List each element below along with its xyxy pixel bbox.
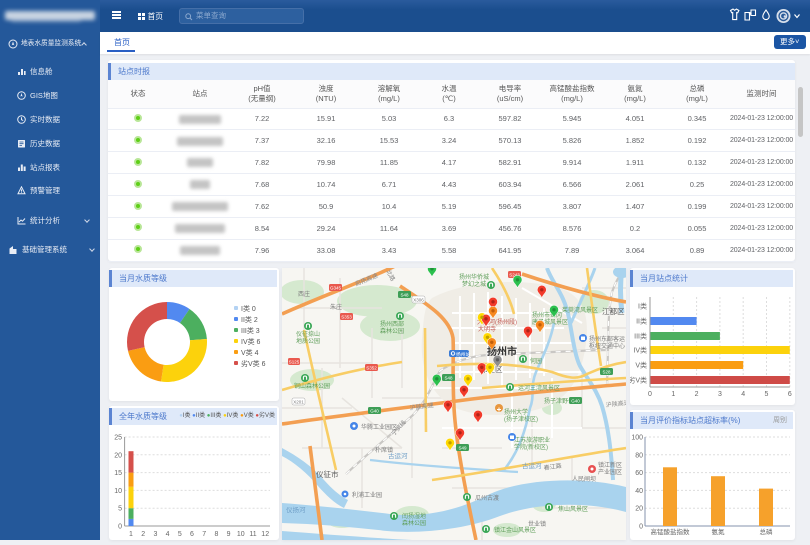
- svg-text:扬州华侨城: 扬州华侨城: [459, 273, 489, 281]
- svg-text:8: 8: [214, 531, 218, 538]
- svg-text:1: 1: [129, 531, 133, 538]
- svg-text:20: 20: [114, 452, 122, 459]
- svg-text:II类: II类: [636, 317, 647, 326]
- svg-text:15: 15: [114, 470, 122, 477]
- svg-text:6: 6: [788, 391, 792, 398]
- svg-text:9: 9: [227, 531, 231, 538]
- svg-text:S48: S48: [444, 376, 453, 381]
- svg-text:11: 11: [249, 531, 256, 538]
- svg-text:镇江新区: 镇江新区: [598, 461, 622, 469]
- svg-text:大明寺: 大明寺: [478, 325, 496, 333]
- svg-text:1: 1: [671, 391, 675, 398]
- svg-text:利浦工业园: 利浦工业园: [352, 491, 382, 499]
- svg-text:5: 5: [178, 531, 182, 538]
- svg-text:华腾工业园区: 华腾工业园区: [361, 423, 397, 431]
- svg-text:20: 20: [635, 506, 643, 513]
- svg-text:劣V类 6: 劣V类 6: [241, 359, 266, 368]
- svg-text:运河三湾风景区: 运河三湾风景区: [518, 384, 560, 392]
- svg-text:扬州东部客运: 扬州东部客运: [589, 335, 625, 343]
- svg-text:3: 3: [153, 531, 157, 538]
- svg-text:焦山风景区: 焦山风景区: [558, 505, 588, 513]
- svg-text:4: 4: [166, 531, 170, 538]
- svg-text:4: 4: [741, 391, 745, 398]
- svg-text:IV类: IV类: [633, 346, 647, 355]
- svg-text:闰扬湿地: 闰扬湿地: [402, 512, 426, 520]
- svg-text:铜山森林公园: 铜山森林公园: [294, 382, 330, 390]
- svg-text:地质公园: 地质公园: [296, 337, 320, 345]
- svg-text:朱庄: 朱庄: [330, 303, 342, 311]
- svg-text:V类: V类: [635, 361, 647, 370]
- svg-text:V类 4: V类 4: [241, 348, 259, 357]
- svg-text:0: 0: [648, 391, 652, 398]
- svg-text:10: 10: [237, 531, 245, 538]
- svg-text:40: 40: [635, 488, 643, 495]
- svg-text:0: 0: [639, 524, 643, 531]
- svg-text:森林公园: 森林公园: [402, 519, 426, 527]
- svg-text:人民闸坝: 人民闸坝: [572, 475, 596, 483]
- svg-text:S28: S28: [602, 370, 611, 375]
- svg-text:3: 3: [718, 391, 722, 398]
- svg-text:梦幻之城: 梦幻之城: [462, 280, 486, 288]
- svg-text:学院(新校区): 学院(新校区): [514, 443, 548, 451]
- svg-text:仪征市: 仪征市: [316, 469, 339, 479]
- svg-text:5: 5: [765, 391, 769, 398]
- svg-text:何园: 何园: [530, 357, 542, 365]
- svg-text:III类 3: III类 3: [241, 326, 260, 335]
- svg-text:西庄: 西庄: [298, 290, 310, 298]
- svg-text:茱萸湾风景区: 茱萸湾风景区: [562, 306, 598, 314]
- svg-text:25: 25: [114, 435, 122, 442]
- svg-text:镇江金山风景区: 镇江金山风景区: [494, 526, 536, 534]
- svg-text:世业镇: 世业镇: [528, 520, 546, 528]
- svg-text:X306: X306: [413, 298, 424, 303]
- svg-text:G40: G40: [571, 399, 580, 404]
- svg-text:总磷: 总磷: [760, 527, 774, 536]
- svg-text:森林公园: 森林公园: [380, 327, 404, 335]
- svg-text:IV类 6: IV类 6: [241, 337, 261, 346]
- svg-text:氨氮: 氨氮: [712, 527, 726, 536]
- svg-text:扬州西部: 扬州西部: [380, 320, 404, 328]
- svg-text:枢纽交通中心: 枢纽交通中心: [589, 342, 625, 350]
- svg-text:5: 5: [118, 506, 122, 513]
- svg-text:S48: S48: [400, 293, 409, 298]
- svg-text:10: 10: [114, 488, 122, 495]
- svg-text:X201: X201: [293, 400, 304, 405]
- svg-text:0: 0: [118, 524, 122, 531]
- svg-text:80: 80: [635, 452, 643, 459]
- svg-text:I类 0: I类 0: [241, 304, 256, 313]
- svg-text:S125: S125: [289, 360, 300, 365]
- svg-text:III类: III类: [634, 332, 647, 341]
- svg-text:I类: I类: [638, 302, 647, 311]
- svg-text:12: 12: [261, 531, 269, 538]
- svg-text:II类 2: II类 2: [241, 315, 258, 324]
- svg-text:瓜州古渡: 瓜州古渡: [475, 494, 499, 502]
- svg-text:仪扬河: 仪扬河: [286, 505, 306, 514]
- svg-text:古运河: 古运河: [522, 461, 542, 470]
- svg-text:江都区: 江都区: [602, 307, 625, 316]
- svg-text:S49: S49: [458, 446, 467, 451]
- svg-text:100: 100: [631, 435, 643, 442]
- svg-text:扬州大学: 扬州大学: [504, 408, 528, 416]
- svg-text:高锰酸盐指数: 高锰酸盐指数: [651, 527, 691, 536]
- svg-text:G345: G345: [330, 286, 342, 291]
- svg-text:S353: S353: [341, 315, 352, 320]
- svg-text:(扬子津校区): (扬子津校区): [504, 415, 538, 423]
- svg-text:2: 2: [141, 531, 145, 538]
- svg-text:S352: S352: [366, 366, 377, 371]
- svg-text:6: 6: [190, 531, 194, 538]
- svg-text:产业园区: 产业园区: [598, 468, 622, 476]
- svg-text:7: 7: [202, 531, 206, 538]
- svg-text:2: 2: [695, 391, 699, 398]
- svg-text:扬州站: 扬州站: [456, 351, 471, 358]
- svg-text:劣V类: 劣V类: [630, 376, 647, 385]
- svg-text:G40: G40: [370, 409, 379, 414]
- svg-text:江苏旅游职业: 江苏旅游职业: [514, 436, 550, 444]
- svg-text:仪征捺山: 仪征捺山: [296, 330, 320, 338]
- svg-text:古运河: 古运河: [388, 451, 408, 460]
- svg-text:60: 60: [635, 470, 643, 477]
